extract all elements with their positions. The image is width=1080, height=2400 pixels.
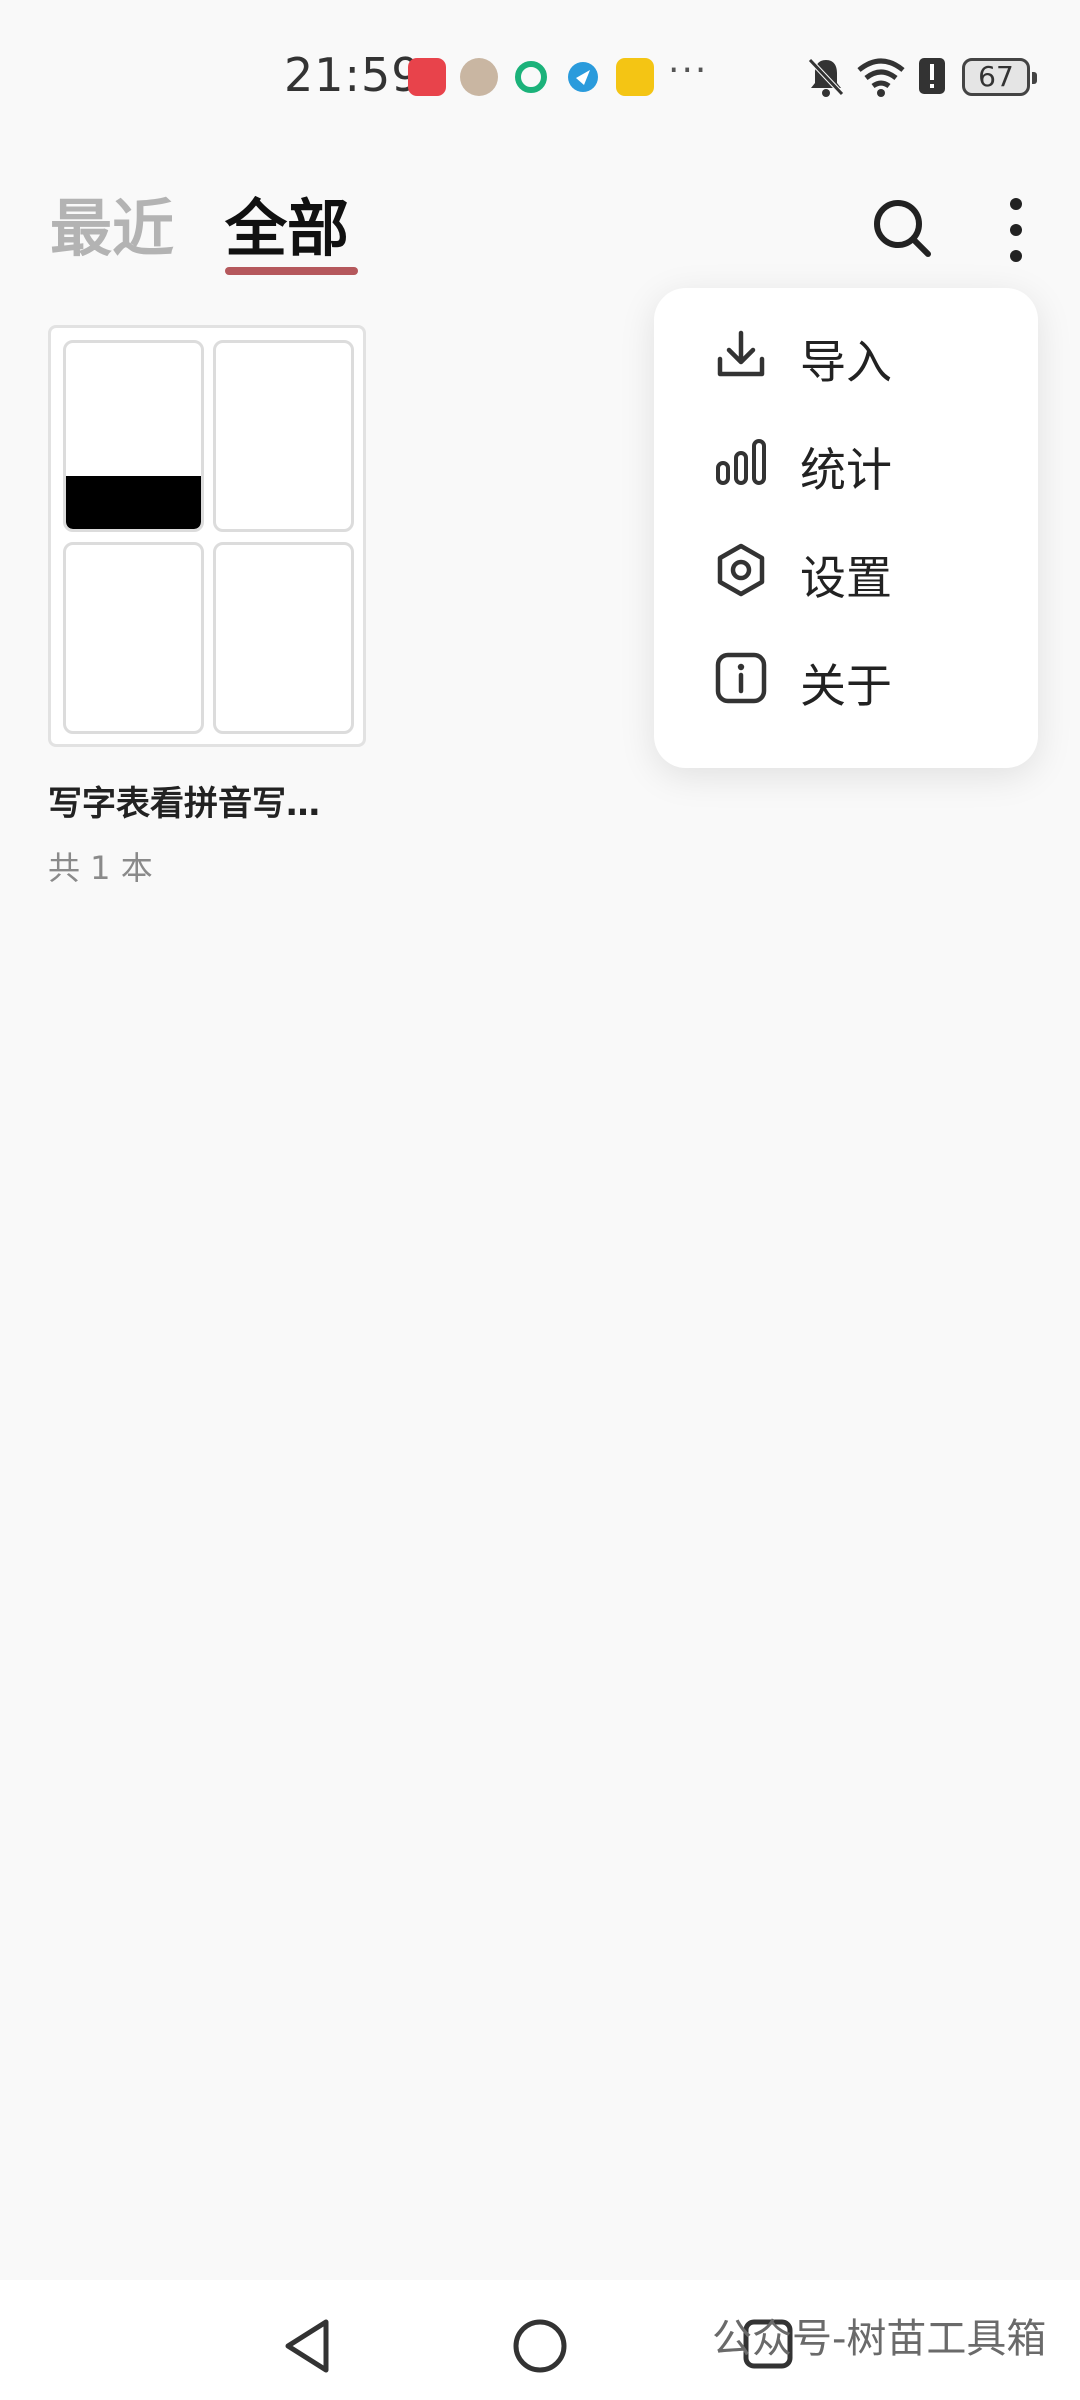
huawei-appgallery-icon — [408, 58, 446, 96]
menu-item-label: 设置 — [800, 551, 892, 605]
menu-item-label: 关于 — [800, 659, 892, 713]
menu-item-settings[interactable]: 设置 — [654, 516, 1038, 624]
alert-icon — [918, 56, 946, 100]
green-app-icon — [512, 58, 550, 96]
active-tab-indicator — [225, 267, 358, 275]
yellow-app-icon — [616, 58, 654, 96]
book-cover[interactable] — [48, 325, 366, 747]
cover-cell-fill — [66, 476, 201, 529]
menu-item-label: 统计 — [800, 443, 892, 497]
menu-item-about[interactable]: 关于 — [654, 624, 1038, 732]
hexagon-settings-icon — [714, 543, 768, 597]
status-time: 21:59 — [284, 48, 422, 102]
menu-item-label: 导入 — [800, 335, 892, 389]
book-count: 共 1 本 — [48, 849, 153, 887]
photo-avatar-icon — [460, 58, 498, 96]
battery-icon: 67 — [962, 58, 1037, 96]
tab-all[interactable]: 全部 — [225, 178, 349, 268]
menu-item-statistics[interactable]: 统计 — [654, 408, 1038, 516]
tab-recent[interactable]: 最近 — [50, 178, 174, 268]
info-icon — [714, 651, 768, 705]
menu-item-import[interactable]: 导入 — [654, 300, 1038, 408]
cover-cell — [213, 542, 354, 734]
status-bar: 21:59 ··· 67 — [0, 0, 1080, 150]
watermark: 公众号-树苗工具箱 — [712, 2316, 1047, 2362]
overflow-menu: 导入 统计 设置 关于 — [654, 288, 1038, 768]
cover-cell — [63, 340, 204, 532]
more-notifications-icon: ··· — [668, 50, 709, 91]
bell-muted-icon — [806, 56, 846, 102]
wifi-icon — [856, 56, 906, 102]
bar-chart-icon — [714, 435, 768, 489]
more-menu-icon[interactable] — [1004, 196, 1028, 268]
home-icon[interactable] — [510, 2316, 570, 2380]
cover-cell — [63, 542, 204, 734]
blue-app-icon — [564, 58, 602, 96]
cover-cell — [213, 340, 354, 532]
search-icon[interactable] — [870, 196, 934, 264]
back-icon[interactable] — [280, 2316, 336, 2380]
download-icon — [714, 327, 768, 381]
book-title[interactable]: 写字表看拼音写… — [48, 776, 320, 825]
